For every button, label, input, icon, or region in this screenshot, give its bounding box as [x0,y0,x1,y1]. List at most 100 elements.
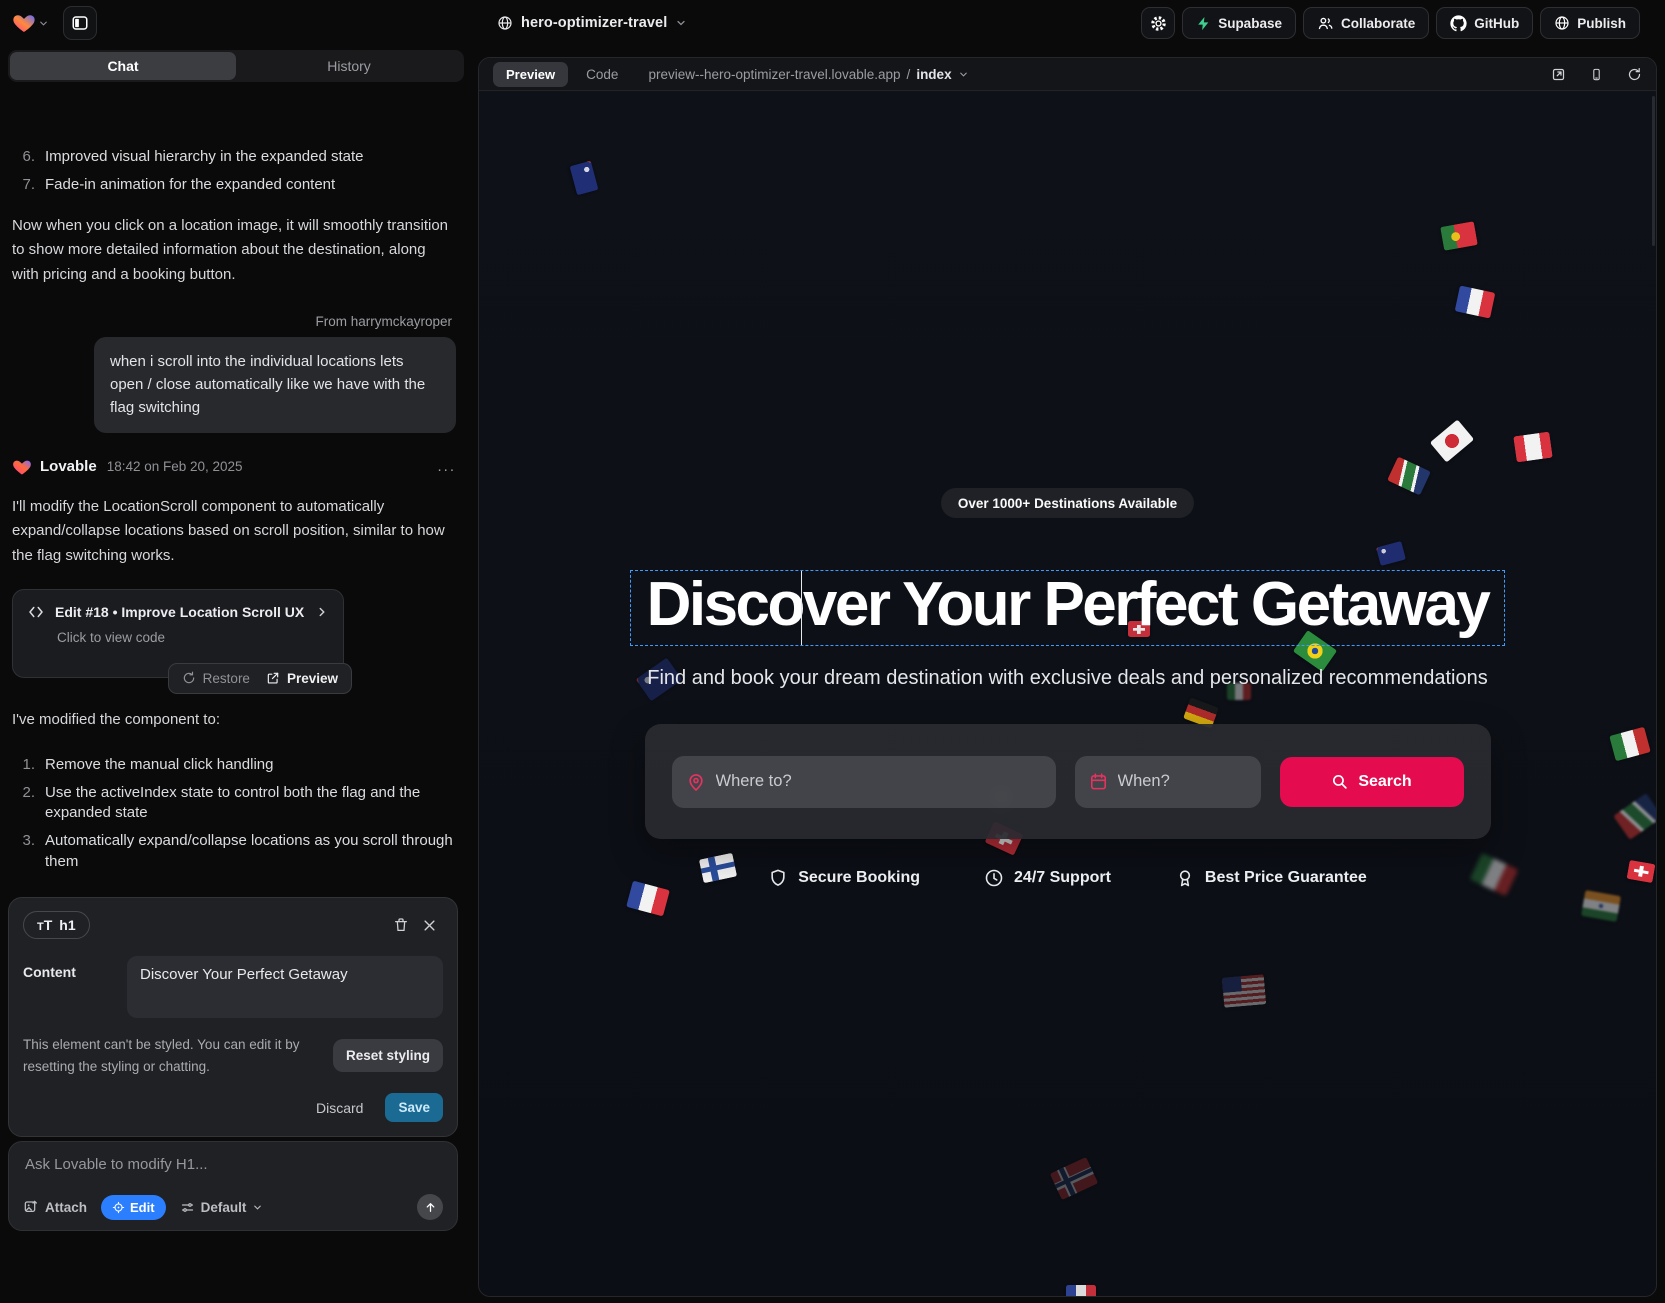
list-text: Fade-in animation for the expanded conte… [45,175,335,195]
edit-version-card[interactable]: Edit #18 • Improve Location Scroll UX Cl… [12,589,344,678]
list-number: 3. [12,831,45,872]
sidebar-toggle-button[interactable] [63,6,97,40]
discard-button[interactable]: Discard [316,1100,363,1116]
edit-label: Edit [130,1200,155,1215]
restore-button[interactable]: Restore [182,671,250,686]
chevron-right-icon [315,605,329,619]
github-icon [1450,15,1467,32]
feature-support: 24/7 Support [984,868,1111,888]
list-text: Keep the same smooth animations and tran… [45,880,378,883]
supabase-button[interactable]: Supabase [1182,7,1296,39]
app-preview[interactable]: Over 1000+ Destinations Available Discov… [479,92,1656,1296]
panel-left-icon [71,14,89,32]
clock-icon [984,868,1004,888]
flag-ca-decoration [1513,432,1552,463]
feature-best-price: Best Price Guarantee [1175,868,1367,888]
close-panel-button[interactable] [415,911,443,939]
url-page: index [916,67,951,82]
list-item: 1.Remove the manual click handling [12,755,456,775]
where-input-wrap[interactable] [672,756,1056,808]
tab-preview[interactable]: Preview [493,62,568,87]
preview-label: Preview [287,671,338,686]
calendar-icon [1089,772,1108,791]
feature-badges: Secure Booking 24/7 Support Best Price G… [768,868,1367,888]
tab-code[interactable]: Code [586,67,618,82]
flag-ch-decoration [1627,859,1656,882]
chat-scroll-area[interactable]: ········································… [0,130,472,883]
typography-icon: TT [37,917,52,933]
url-selector[interactable]: preview--hero-optimizer-travel.lovable.a… [648,67,968,82]
save-button[interactable]: Save [385,1093,443,1122]
flag-us-decoration [1222,974,1266,1008]
assistant-paragraph: Now when you click on a location image, … [12,214,456,288]
chat-input-field[interactable] [25,1156,441,1173]
preview-pane: Preview Code preview--hero-optimizer-tra… [478,57,1657,1297]
destinations-badge: Over 1000+ Destinations Available [941,488,1194,518]
element-tag-pill[interactable]: TT h1 [23,911,90,939]
publish-button[interactable]: Publish [1540,7,1640,39]
feature-secure-booking: Secure Booking [768,868,920,888]
from-label: From harrymckayroper [12,314,452,329]
assistant-paragraph: I'll modify the LocationScroll component… [12,495,456,569]
people-icon [1317,15,1334,32]
feature-label: 24/7 Support [1014,869,1111,887]
lovable-heart-icon [12,11,36,35]
hero-title[interactable]: Discover Your Perfect Getaway [647,573,1489,637]
map-pin-icon [686,772,706,792]
delete-element-button[interactable] [387,911,415,939]
tab-history[interactable]: History [236,52,462,80]
where-input[interactable] [716,772,1042,791]
edit-card-title: Edit #18 • Improve Location Scroll UX [55,604,305,620]
clipped-previous-line: ········································… [42,130,456,141]
preview-button[interactable]: Preview [266,671,338,686]
feature-label: Secure Booking [798,869,920,887]
award-icon [1175,868,1195,888]
mobile-view-button[interactable] [1590,67,1603,82]
chat-sidebar: Chat History ···························… [0,46,472,1303]
steps-list: 1.Remove the manual click handling 2.Use… [12,755,456,884]
element-tag-name: h1 [59,917,75,933]
content-textarea[interactable]: Discover Your Perfect Getaway [127,956,443,1018]
list-item: 7. Fade-in animation for the expanded co… [12,175,456,195]
selected-h1-outline[interactable]: Discover Your Perfect Getaway [630,570,1506,646]
url-separator: / [907,67,911,82]
list-number: 1. [12,755,45,775]
reset-styling-button[interactable]: Reset styling [333,1039,443,1072]
when-input[interactable] [1118,772,1247,791]
tab-chat[interactable]: Chat [10,52,236,80]
github-button[interactable]: GitHub [1436,7,1533,39]
sidebar-tabs: Chat History [8,50,464,82]
refresh-button[interactable] [1627,67,1642,82]
style-note: This element can't be styled. You can ed… [23,1034,319,1077]
search-button[interactable]: Search [1280,757,1464,807]
chevron-down-icon [958,69,969,80]
send-button[interactable] [417,1194,443,1220]
list-number: 4. [12,880,45,883]
message-menu-button[interactable]: ... [437,458,456,475]
chevron-down-icon [38,18,49,29]
trash-icon [393,917,409,933]
open-in-new-tab-button[interactable] [1551,67,1566,82]
publish-label: Publish [1577,16,1626,31]
list-number: 2. [12,783,45,824]
previous-list: 6. Improved visual hierarchy in the expa… [12,147,456,196]
mode-selector[interactable]: Default [180,1200,264,1215]
supabase-icon [1196,16,1211,31]
restore-label: Restore [203,671,250,686]
when-input-wrap[interactable] [1075,756,1261,808]
settings-button[interactable] [1141,7,1175,39]
collaborate-button[interactable]: Collaborate [1303,7,1429,39]
lovable-logo-menu[interactable] [12,11,49,35]
edit-mode-pill[interactable]: Edit [101,1195,166,1220]
list-number: 7. [12,175,45,195]
attach-button[interactable]: Attach [23,1199,87,1215]
gear-icon [1150,15,1167,32]
mode-label: Default [201,1200,247,1215]
preview-scrollbar[interactable] [1652,96,1655,246]
list-text: Remove the manual click handling [45,755,273,775]
text-caret [801,571,803,645]
user-message-bubble: when i scroll into the individual locati… [94,337,456,433]
project-selector[interactable]: hero-optimizer-travel [497,0,687,46]
project-name: hero-optimizer-travel [521,15,667,31]
list-text: Improved visual hierarchy in the expande… [45,147,364,167]
